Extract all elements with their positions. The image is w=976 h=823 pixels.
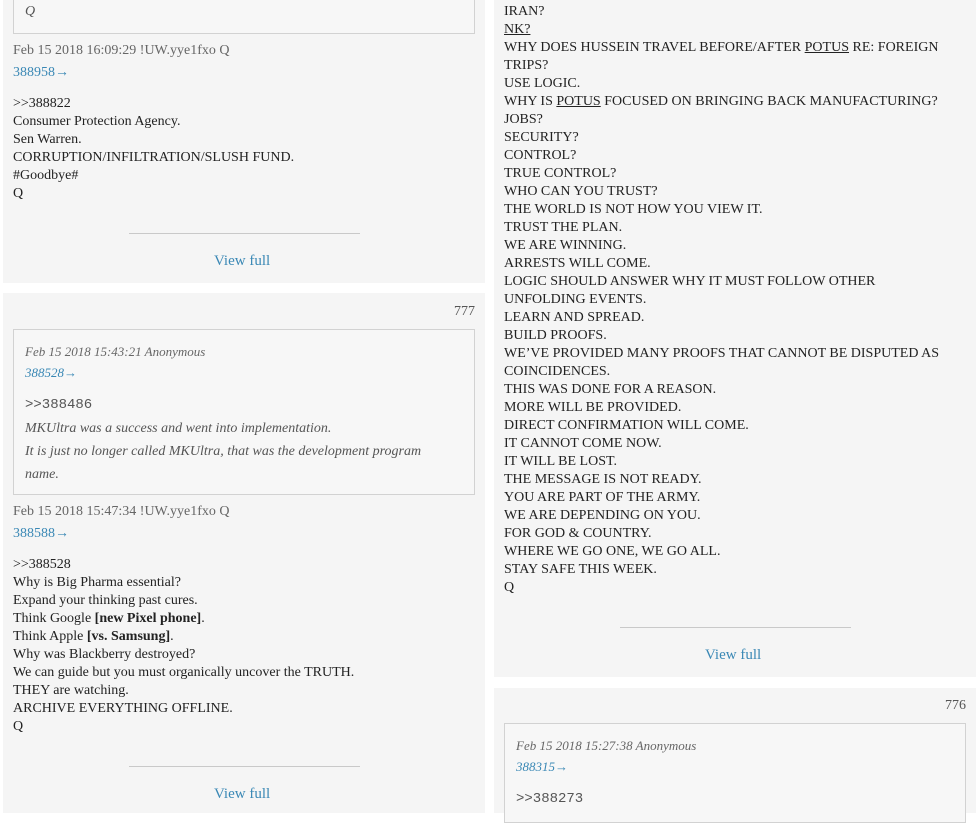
body-line: DIRECT CONFIRMATION WILL COME. (504, 418, 749, 433)
body-line: IRAN? (504, 4, 545, 19)
view-full-button[interactable]: View full (214, 785, 270, 803)
body-line: YOU ARE PART OF THE ARMY. (504, 490, 701, 505)
quote-id-link[interactable]: 388315→ (516, 758, 568, 776)
body-line: WHO CAN YOU TRUST? (504, 184, 658, 199)
post-number: 777 (454, 304, 475, 319)
quoted-post: Feb 15 2018 15:27:38 Anonymous 388315→ >… (504, 723, 966, 823)
quote-reply-ref: >>388486 (25, 397, 93, 413)
reply-ref: >>388528 (13, 557, 71, 572)
body-line: SECURITY? (504, 130, 579, 145)
view-full-button[interactable]: View full (705, 646, 761, 664)
body-line: CORRUPTION/INFILTRATION/SLUSH FUND. (13, 150, 295, 165)
body-line: LOGIC SHOULD ANSWER WHY IT MUST FOLLOW O… (504, 274, 876, 289)
body-line: COINCIDENCES. (504, 364, 611, 379)
quote-body: >>388486 MKUltra was a success and went … (25, 394, 421, 486)
body-line: Think Apple [vs. Samsung]. (13, 629, 174, 644)
body-line: Sen Warren. (13, 132, 82, 147)
body-line: Why was Blackberry destroyed? (13, 647, 196, 662)
quote-body: >>388273 (516, 788, 583, 811)
view-full-button[interactable]: View full (214, 252, 270, 270)
body-line: WHERE WE GO ONE, WE GO ALL. (504, 544, 721, 559)
body-line: Think Google [new Pixel phone]. (13, 611, 205, 626)
divider (620, 627, 851, 628)
post-body: IRAN? NK? WHY DOES HUSSEIN TRAVEL BEFORE… (504, 3, 939, 597)
divider (129, 766, 360, 767)
body-line: WHY DOES HUSSEIN TRAVEL BEFORE/AFTER POT… (504, 40, 939, 55)
quote-line: It is just no longer called MKUltra, tha… (25, 444, 422, 459)
body-line: TRIPS? (504, 58, 549, 73)
post-body: >>388822 Consumer Protection Agency. Sen… (13, 95, 294, 203)
body-line: IT CANNOT COME NOW. (504, 436, 662, 451)
body-line: Q (13, 186, 24, 201)
post-id-link[interactable]: 388588→ (13, 525, 69, 543)
body-line: NK? (504, 22, 531, 37)
body-line: WE’VE PROVIDED MANY PROOFS THAT CANNOT B… (504, 346, 940, 361)
quote-reply-ref: >>388273 (516, 791, 584, 807)
post-card-777: 777 Feb 15 2018 15:43:21 Anonymous 38852… (3, 293, 485, 813)
body-line: WE ARE DEPENDING ON YOU. (504, 508, 701, 523)
post-card-776: 776 Feb 15 2018 15:27:38 Anonymous 38831… (494, 688, 976, 823)
body-line: Q (504, 580, 515, 595)
body-line: JOBS? (504, 112, 543, 127)
post-id-link[interactable]: 388958→ (13, 64, 69, 82)
post-card-top-right: IRAN? NK? WHY DOES HUSSEIN TRAVEL BEFORE… (494, 0, 976, 677)
body-line: Why is Big Pharma essential? (13, 575, 181, 590)
quoted-post: Q (13, 0, 475, 34)
post-meta: Feb 15 2018 15:47:34 !UW.yye1fxo Q (13, 504, 230, 519)
quoted-post: Feb 15 2018 15:43:21 Anonymous 388528→ >… (13, 329, 475, 495)
body-line: USE LOGIC. (504, 76, 581, 91)
body-line: THE MESSAGE IS NOT READY. (504, 472, 702, 487)
body-line: THE WORLD IS NOT HOW YOU VIEW IT. (504, 202, 763, 217)
post-meta: Feb 15 2018 16:09:29 !UW.yye1fxo Q (13, 43, 230, 58)
body-line: Expand your thinking past cures. (13, 593, 198, 608)
body-line: We can guide but you must organically un… (13, 665, 355, 680)
body-line: MORE WILL BE PROVIDED. (504, 400, 682, 415)
body-line: Consumer Protection Agency. (13, 114, 181, 129)
quote-line: MKUltra was a success and went into impl… (25, 421, 332, 436)
divider (129, 233, 360, 234)
reply-ref: >>388822 (13, 96, 71, 111)
quote-meta: Feb 15 2018 15:27:38 Anonymous (516, 738, 697, 753)
post-number: 776 (945, 698, 966, 713)
body-line: THEY are watching. (13, 683, 129, 698)
body-line: STAY SAFE THIS WEEK. (504, 562, 657, 577)
body-line: TRUST THE PLAN. (504, 220, 623, 235)
body-line: UNFOLDING EVENTS. (504, 292, 647, 307)
post-card-top-left: Q Feb 15 2018 16:09:29 !UW.yye1fxo Q 388… (3, 0, 485, 283)
body-line: Q (13, 719, 24, 734)
body-line: ARRESTS WILL COME. (504, 256, 651, 271)
body-line: WHY IS POTUS FOCUSED ON BRINGING BACK MA… (504, 94, 938, 109)
body-line: WE ARE WINNING. (504, 238, 627, 253)
bold-text: [new Pixel phone] (94, 611, 202, 626)
quote-meta: Feb 15 2018 15:43:21 Anonymous (25, 344, 206, 359)
body-line: FOR GOD & COUNTRY. (504, 526, 652, 541)
quote-line: name. (25, 467, 59, 482)
quote-signature: Q (25, 4, 36, 19)
body-line: BUILD PROOFS. (504, 328, 607, 343)
body-line: CONTROL? (504, 148, 577, 163)
body-line: THIS WAS DONE FOR A REASON. (504, 382, 717, 397)
body-line: LEARN AND SPREAD. (504, 310, 645, 325)
body-line: IT WILL BE LOST. (504, 454, 618, 469)
body-line: TRUE CONTROL? (504, 166, 617, 181)
quote-id-link[interactable]: 388528→ (25, 364, 77, 382)
post-body: >>388528 Why is Big Pharma essential? Ex… (13, 556, 354, 736)
body-line: #Goodbye# (13, 168, 79, 183)
body-line: ARCHIVE EVERYTHING OFFLINE. (13, 701, 233, 716)
bold-text: [vs. Samsung] (86, 629, 171, 644)
